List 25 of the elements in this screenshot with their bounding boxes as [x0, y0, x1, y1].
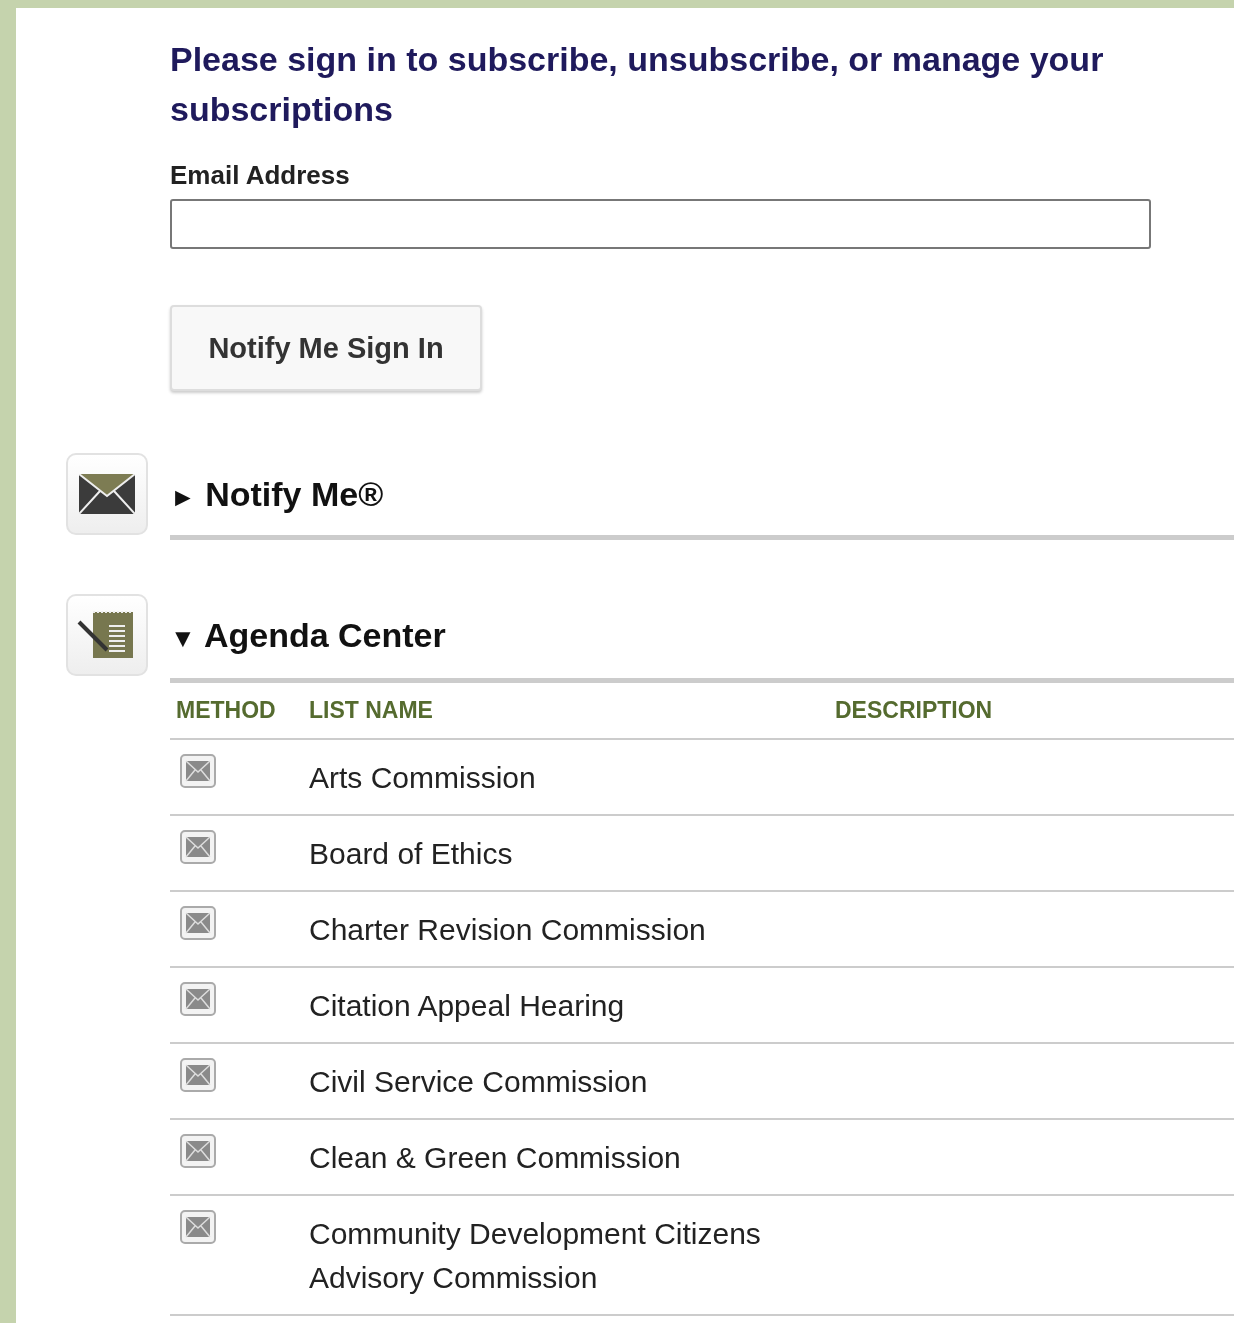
envelope-icon: [66, 453, 148, 535]
list-name: Civil Service Commission: [309, 1065, 648, 1098]
envelope-icon[interactable]: [180, 1210, 216, 1244]
email-field[interactable]: [170, 199, 1151, 249]
sign-in-button[interactable]: Notify Me Sign In: [170, 305, 482, 391]
envelope-icon[interactable]: [180, 1058, 216, 1092]
list-name: Citation Appeal Hearing: [309, 989, 625, 1022]
sign-in-heading: Please sign in to subscribe, unsubscribe, or manage your subscriptions: [170, 39, 1105, 130]
column-header: DESCRIPTION: [835, 697, 993, 723]
envelope-icon[interactable]: [180, 982, 216, 1016]
list-name: Charter Revision Commission: [309, 913, 706, 946]
list-name: Clean & Green Commission: [309, 1141, 681, 1174]
column-header: LIST NAME: [309, 697, 433, 723]
list-name: Community Development Citizens Advisory Commission: [309, 1217, 761, 1294]
section-toggle[interactable]: ▼ Agenda Center: [170, 615, 446, 655]
envelope-icon[interactable]: [180, 754, 216, 788]
envelope-icon[interactable]: [180, 830, 216, 864]
email-label: Email Address: [170, 160, 351, 191]
list-name: Arts Commission: [309, 761, 536, 794]
section-toggle[interactable]: ► Notify Me®: [170, 474, 384, 514]
envelope-icon[interactable]: [180, 1134, 216, 1168]
envelope-icon[interactable]: [180, 906, 216, 940]
column-header: METHOD: [176, 697, 276, 723]
list-name: Board of Ethics: [309, 837, 513, 870]
notepad-icon: [66, 594, 148, 676]
